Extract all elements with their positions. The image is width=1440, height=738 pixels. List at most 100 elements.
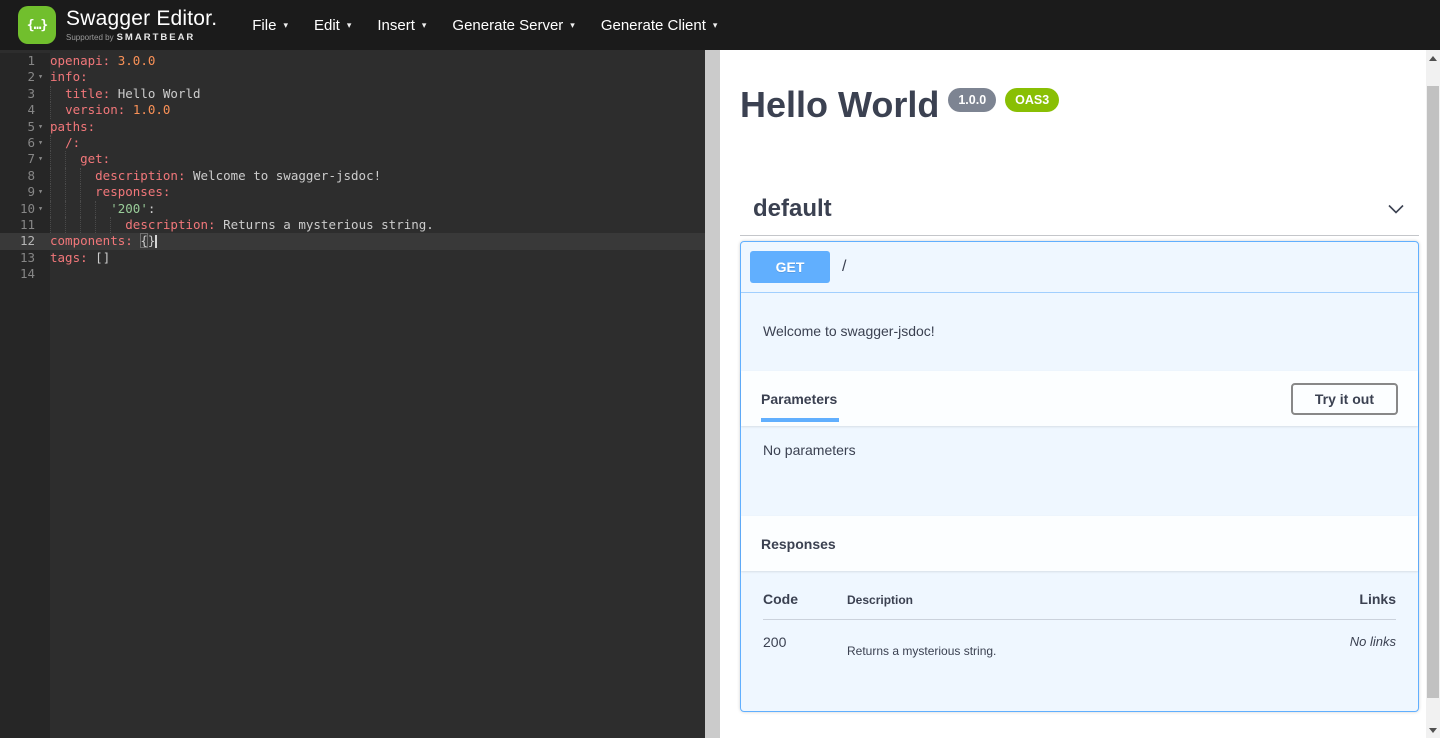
fold-icon[interactable]: ▾ — [35, 119, 46, 135]
gutter-line: 9▾ — [0, 184, 50, 200]
menu-label: Generate Server — [452, 17, 563, 34]
code-line[interactable]: description: Welcome to swagger-jsdoc! — [50, 168, 705, 184]
token-pln: : — [148, 201, 156, 216]
scrollbar-track[interactable] — [1426, 50, 1440, 738]
token-key: description: — [125, 217, 215, 232]
caret-down-icon: ▾ — [570, 20, 575, 31]
code-line[interactable]: openapi: 3.0.0 — [50, 53, 705, 69]
column-header-links: Links — [1276, 591, 1396, 607]
code-line[interactable]: title: Hello World — [50, 86, 705, 102]
token-pln — [50, 168, 95, 183]
indent-guide — [65, 184, 66, 200]
code-line[interactable]: /: — [50, 135, 705, 151]
caret-down-icon: ▾ — [283, 20, 288, 31]
tag-section-header[interactable]: default — [740, 195, 1419, 236]
indent-guide — [65, 168, 66, 184]
caret-down-icon: ▾ — [347, 20, 352, 31]
tag-section-default: default GET / Welcome to swagger-jsdoc! … — [740, 195, 1419, 712]
topbar-menu: File ▾ Edit ▾ Insert ▾ Generate Server ▾… — [239, 17, 730, 34]
line-number: 11 — [20, 217, 35, 233]
opblock-get: GET / Welcome to swagger-jsdoc! Paramete… — [740, 241, 1419, 712]
api-title: Hello World — [740, 85, 939, 125]
indent-guide — [50, 217, 51, 233]
gutter-line: 10▾ — [0, 201, 50, 217]
parameters-body: No parameters — [741, 426, 1418, 516]
indent-guide — [80, 184, 81, 200]
indent-guide — [65, 201, 66, 217]
code-line[interactable]: responses: — [50, 184, 705, 200]
token-pln — [50, 184, 95, 199]
operation-path: / — [842, 258, 846, 276]
logo-subtitle: Supported bySMARTBEAR — [66, 32, 217, 43]
token-pln — [50, 86, 65, 101]
fold-icon[interactable]: ▾ — [35, 135, 46, 151]
gutter-line: 11 — [0, 217, 50, 233]
scroll-up-button[interactable] — [1426, 50, 1440, 66]
code-editor[interactable]: 12▾345▾6▾7▾89▾10▾11121314 openapi: 3.0.0… — [0, 50, 705, 738]
code-line[interactable]: paths: — [50, 119, 705, 135]
indent-guide — [95, 201, 96, 217]
chevron-down-icon[interactable] — [1386, 199, 1406, 219]
scrollbar-thumb[interactable] — [1427, 86, 1439, 698]
swagger-editor-logo[interactable]: {…} Swagger Editor. Supported bySMARTBEA… — [18, 6, 217, 44]
logo-title: Swagger Editor. — [66, 8, 217, 30]
gutter-line: 4 — [0, 102, 50, 118]
parameters-header: Parameters Try it out — [741, 371, 1418, 426]
parameters-tab[interactable]: Parameters — [761, 391, 837, 407]
method-badge: GET — [750, 251, 830, 283]
code-line[interactable] — [50, 266, 705, 282]
gutter-line: 5▾ — [0, 119, 50, 135]
api-version-badge: 1.0.0 — [948, 88, 996, 112]
line-number: 12 — [20, 233, 35, 249]
api-oas3-badge: OAS3 — [1005, 88, 1059, 112]
scroll-down-button[interactable] — [1426, 722, 1440, 738]
menu-file[interactable]: File ▾ — [239, 17, 301, 34]
line-number: 3 — [27, 86, 35, 102]
token-key: info: — [50, 69, 88, 84]
try-it-out-button[interactable]: Try it out — [1291, 383, 1398, 415]
gutter-line: 7▾ — [0, 151, 50, 167]
responses-header: Responses — [741, 516, 1418, 571]
code-line[interactable]: tags: [] — [50, 250, 705, 266]
gutter-line: 13 — [0, 250, 50, 266]
fold-icon[interactable]: ▾ — [35, 201, 46, 217]
token-key: title: — [65, 86, 110, 101]
menu-generate-client[interactable]: Generate Client ▾ — [588, 17, 731, 34]
code-line[interactable]: get: — [50, 151, 705, 167]
code-line[interactable]: '200': — [50, 201, 705, 217]
menu-insert[interactable]: Insert ▾ — [364, 17, 439, 34]
indent-guide — [80, 201, 81, 217]
code-line[interactable]: info: — [50, 69, 705, 85]
opblock-summary[interactable]: GET / — [741, 242, 1418, 293]
indent-guide — [110, 217, 111, 233]
token-pln — [125, 102, 133, 117]
token-pln — [50, 102, 65, 117]
token-pln: Hello World — [110, 86, 200, 101]
pane-splitter[interactable] — [705, 50, 720, 738]
menu-edit[interactable]: Edit ▾ — [301, 17, 364, 34]
fold-icon[interactable]: ▾ — [35, 184, 46, 200]
code-line[interactable]: components: {} — [50, 233, 705, 249]
token-key: /: — [65, 135, 80, 150]
response-description: Returns a mysterious string. — [847, 644, 1276, 658]
no-parameters-text: No parameters — [763, 442, 856, 458]
menu-label: Edit — [314, 17, 340, 34]
token-pln: Returns a mysterious string. — [216, 217, 434, 232]
gutter-line: 14 — [0, 266, 50, 282]
indent-guide — [50, 151, 51, 167]
menu-label: Insert — [377, 17, 415, 34]
fold-icon[interactable]: ▾ — [35, 151, 46, 167]
code-line[interactable]: description: Returns a mysterious string… — [50, 217, 705, 233]
indent-guide — [50, 184, 51, 200]
menu-generate-server[interactable]: Generate Server ▾ — [439, 17, 587, 34]
column-header-code: Code — [763, 591, 847, 607]
code-line[interactable]: version: 1.0.0 — [50, 102, 705, 118]
fold-icon[interactable]: ▾ — [35, 69, 46, 85]
api-docs-panel: Hello World 1.0.0 OAS3 default GET / We — [720, 50, 1440, 738]
line-number: 2 — [27, 69, 35, 85]
token-num: 1.0.0 — [133, 102, 171, 117]
text-cursor — [155, 235, 157, 248]
editor-code-area[interactable]: openapi: 3.0.0info: title: Hello World v… — [50, 53, 705, 738]
line-number: 14 — [20, 266, 35, 282]
swagger-braces-icon: {…} — [18, 6, 56, 44]
